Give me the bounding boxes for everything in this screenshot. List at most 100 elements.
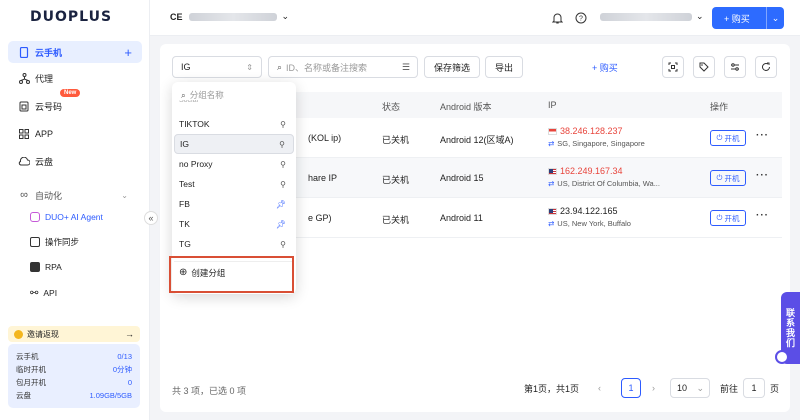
sidebar-item-label: API xyxy=(43,288,58,298)
ip-address: 23.94.122.165 xyxy=(560,206,618,216)
ip-location: SG, Singapore, Singapore xyxy=(557,139,645,148)
group-option[interactable]: no Proxy ⚲ xyxy=(174,154,294,174)
pin-icon[interactable]: ⚲ xyxy=(280,160,286,169)
stat-row: 云盘 1.09GB/5GB xyxy=(16,391,132,400)
search-input[interactable]: ⌕ ID、名称或备注搜索 ☰ xyxy=(268,56,418,78)
page-info: 第1页，共1页 xyxy=(524,383,580,394)
sidebar-item-api[interactable]: ⚯ API xyxy=(22,283,142,303)
group-option[interactable]: TK 📌︎ xyxy=(174,214,294,234)
buy-button[interactable]: + 购买 ⌄ xyxy=(712,7,784,29)
sidebar-item-label: 自动化 xyxy=(35,190,63,201)
user-menu[interactable]: ⌄ xyxy=(600,11,704,22)
sidebar-item-sync[interactable]: 操作同步 xyxy=(22,232,142,252)
sidebar-item-cloud-phone[interactable]: 云手机 + xyxy=(8,41,142,63)
status: 已关机 xyxy=(382,215,410,225)
sidebar-item-proxy[interactable]: 代理 xyxy=(8,67,142,89)
status: 已关机 xyxy=(382,135,410,145)
create-group-button[interactable]: ⊕ 创建分组 xyxy=(174,261,294,283)
bell-icon[interactable] xyxy=(550,11,564,25)
group-option[interactable]: FB 📌︎ xyxy=(174,194,294,214)
sidebar-item-label: 操作同步 xyxy=(45,237,80,247)
help-icon[interactable]: ? xyxy=(574,11,588,25)
save-filter-button[interactable]: 保存筛选 xyxy=(424,56,480,78)
scan-icon[interactable] xyxy=(662,56,684,78)
power-on-button[interactable]: ⏻ 开机 xyxy=(710,130,746,146)
goto-page-input[interactable]: 1 xyxy=(743,378,766,398)
export-button[interactable]: 导出 xyxy=(485,56,523,78)
account-switcher[interactable]: CE ⌄ xyxy=(170,11,289,22)
pagination-current: 1 xyxy=(621,378,641,398)
chevron-down-icon: ⌄ xyxy=(696,382,704,393)
ip-address: 38.246.128.237 xyxy=(560,126,623,136)
sidebar-item-automation[interactable]: ∞ 自动化 ⌄ xyxy=(8,184,142,206)
device-name: e GP) xyxy=(308,213,332,223)
filter-icon[interactable]: ☰ xyxy=(402,62,410,73)
sidebar-item-cloud-disk[interactable]: 云盘 xyxy=(8,150,142,172)
search-icon: ⌕ xyxy=(181,89,186,100)
arrow-right-icon: → xyxy=(125,329,134,339)
partial-list-item: Social xyxy=(179,100,199,104)
collapse-sidebar-button[interactable]: « xyxy=(144,211,158,225)
pin-icon[interactable]: ⚲ xyxy=(280,180,286,189)
sidebar-item-rpa[interactable]: RPA xyxy=(22,257,142,277)
sidebar-item-label: 云手机 xyxy=(35,47,63,58)
chevron-down-icon: ⌄ xyxy=(696,11,704,21)
ip-location: US, District Of Columbia, Wa... xyxy=(557,179,660,188)
group-select[interactable]: IG ⇕ xyxy=(172,56,262,78)
pin-icon[interactable]: ⚲ xyxy=(279,140,285,149)
infinity-icon: ∞ xyxy=(20,189,28,201)
power-on-button[interactable]: ⏻ 开机 xyxy=(710,210,746,226)
cloud-icon xyxy=(18,155,30,167)
sg-flag-icon xyxy=(548,128,557,136)
prev-page-icon[interactable]: ‹ xyxy=(598,378,601,398)
settings-sliders-icon[interactable] xyxy=(724,56,746,78)
chevron-down-icon: ⌄ xyxy=(281,11,290,21)
invite-banner[interactable]: 邀请返现 → xyxy=(8,326,140,342)
sort-icon: ⇕ xyxy=(246,62,253,72)
stat-row: 包月开机 0 xyxy=(16,378,132,387)
us-flag-icon xyxy=(548,168,557,176)
status: 已关机 xyxy=(382,175,410,185)
group-option[interactable]: TG ⚲ xyxy=(174,234,294,254)
more-icon[interactable]: ··· xyxy=(756,210,769,221)
more-icon[interactable]: ··· xyxy=(756,170,769,181)
sidebar-item-cloud-number[interactable]: 云号码 New xyxy=(8,89,142,117)
group-option[interactable]: IG ⚲ xyxy=(174,134,294,154)
chevron-down-icon[interactable]: ⌄ xyxy=(766,7,784,29)
rpa-icon xyxy=(30,262,40,272)
tag-icon[interactable] xyxy=(693,56,715,78)
chat-bubble-icon[interactable] xyxy=(775,350,789,364)
plus-icon[interactable]: + xyxy=(124,45,132,60)
sidebar-item-label: 云号码 xyxy=(35,101,63,112)
ip-cell: 162.249.167.34 ⇄ US, District Of Columbia… xyxy=(548,166,660,188)
power-icon: ⏻ xyxy=(716,133,723,142)
sidebar-item-label: RPA xyxy=(45,262,62,272)
ip-cell: 23.94.122.165 ⇄ US, New York, Buffalo xyxy=(548,206,631,228)
sidebar-item-app[interactable]: APP xyxy=(8,123,142,145)
sidebar: DUOPLUS 云手机 + 代理 云号码 New APP 云盘 ∞ 自动化 ⌄ … xyxy=(0,0,150,420)
col-header-status: 状态 xyxy=(382,102,401,112)
pin-icon[interactable]: ⚲ xyxy=(280,240,286,249)
sidebar-item-label: DUO+ AI Agent xyxy=(45,212,103,222)
refresh-icon[interactable] xyxy=(755,56,777,78)
pinned-icon[interactable]: 📌︎ xyxy=(276,220,286,229)
logo: DUOPLUS xyxy=(30,9,113,25)
page-size-select[interactable]: 10 ⌄ xyxy=(670,378,710,398)
group-option[interactable]: TIKTOK ⚲ xyxy=(174,114,294,134)
power-on-button[interactable]: ⏻ 开机 xyxy=(710,170,746,186)
account-prefix: CE xyxy=(170,11,183,22)
goto-label: 前往 xyxy=(720,383,739,394)
toolbar-buy-button[interactable]: + 购买 xyxy=(592,56,618,78)
more-icon[interactable]: ··· xyxy=(756,130,769,141)
pin-icon[interactable]: ⚲ xyxy=(280,120,286,129)
swap-icon: ⇄ xyxy=(548,219,555,228)
next-page-icon[interactable]: › xyxy=(652,378,655,398)
page-button[interactable]: 1 xyxy=(621,378,641,398)
invite-label: 邀请返现 xyxy=(27,329,59,339)
pinned-icon[interactable]: 📌︎ xyxy=(276,200,286,209)
android-version: Android 11 xyxy=(440,213,483,223)
grid-icon xyxy=(18,128,30,140)
group-option[interactable]: Test ⚲ xyxy=(174,174,294,194)
sidebar-item-ai-agent[interactable]: DUO+ AI Agent xyxy=(22,207,142,227)
power-icon: ⏻ xyxy=(716,173,723,182)
